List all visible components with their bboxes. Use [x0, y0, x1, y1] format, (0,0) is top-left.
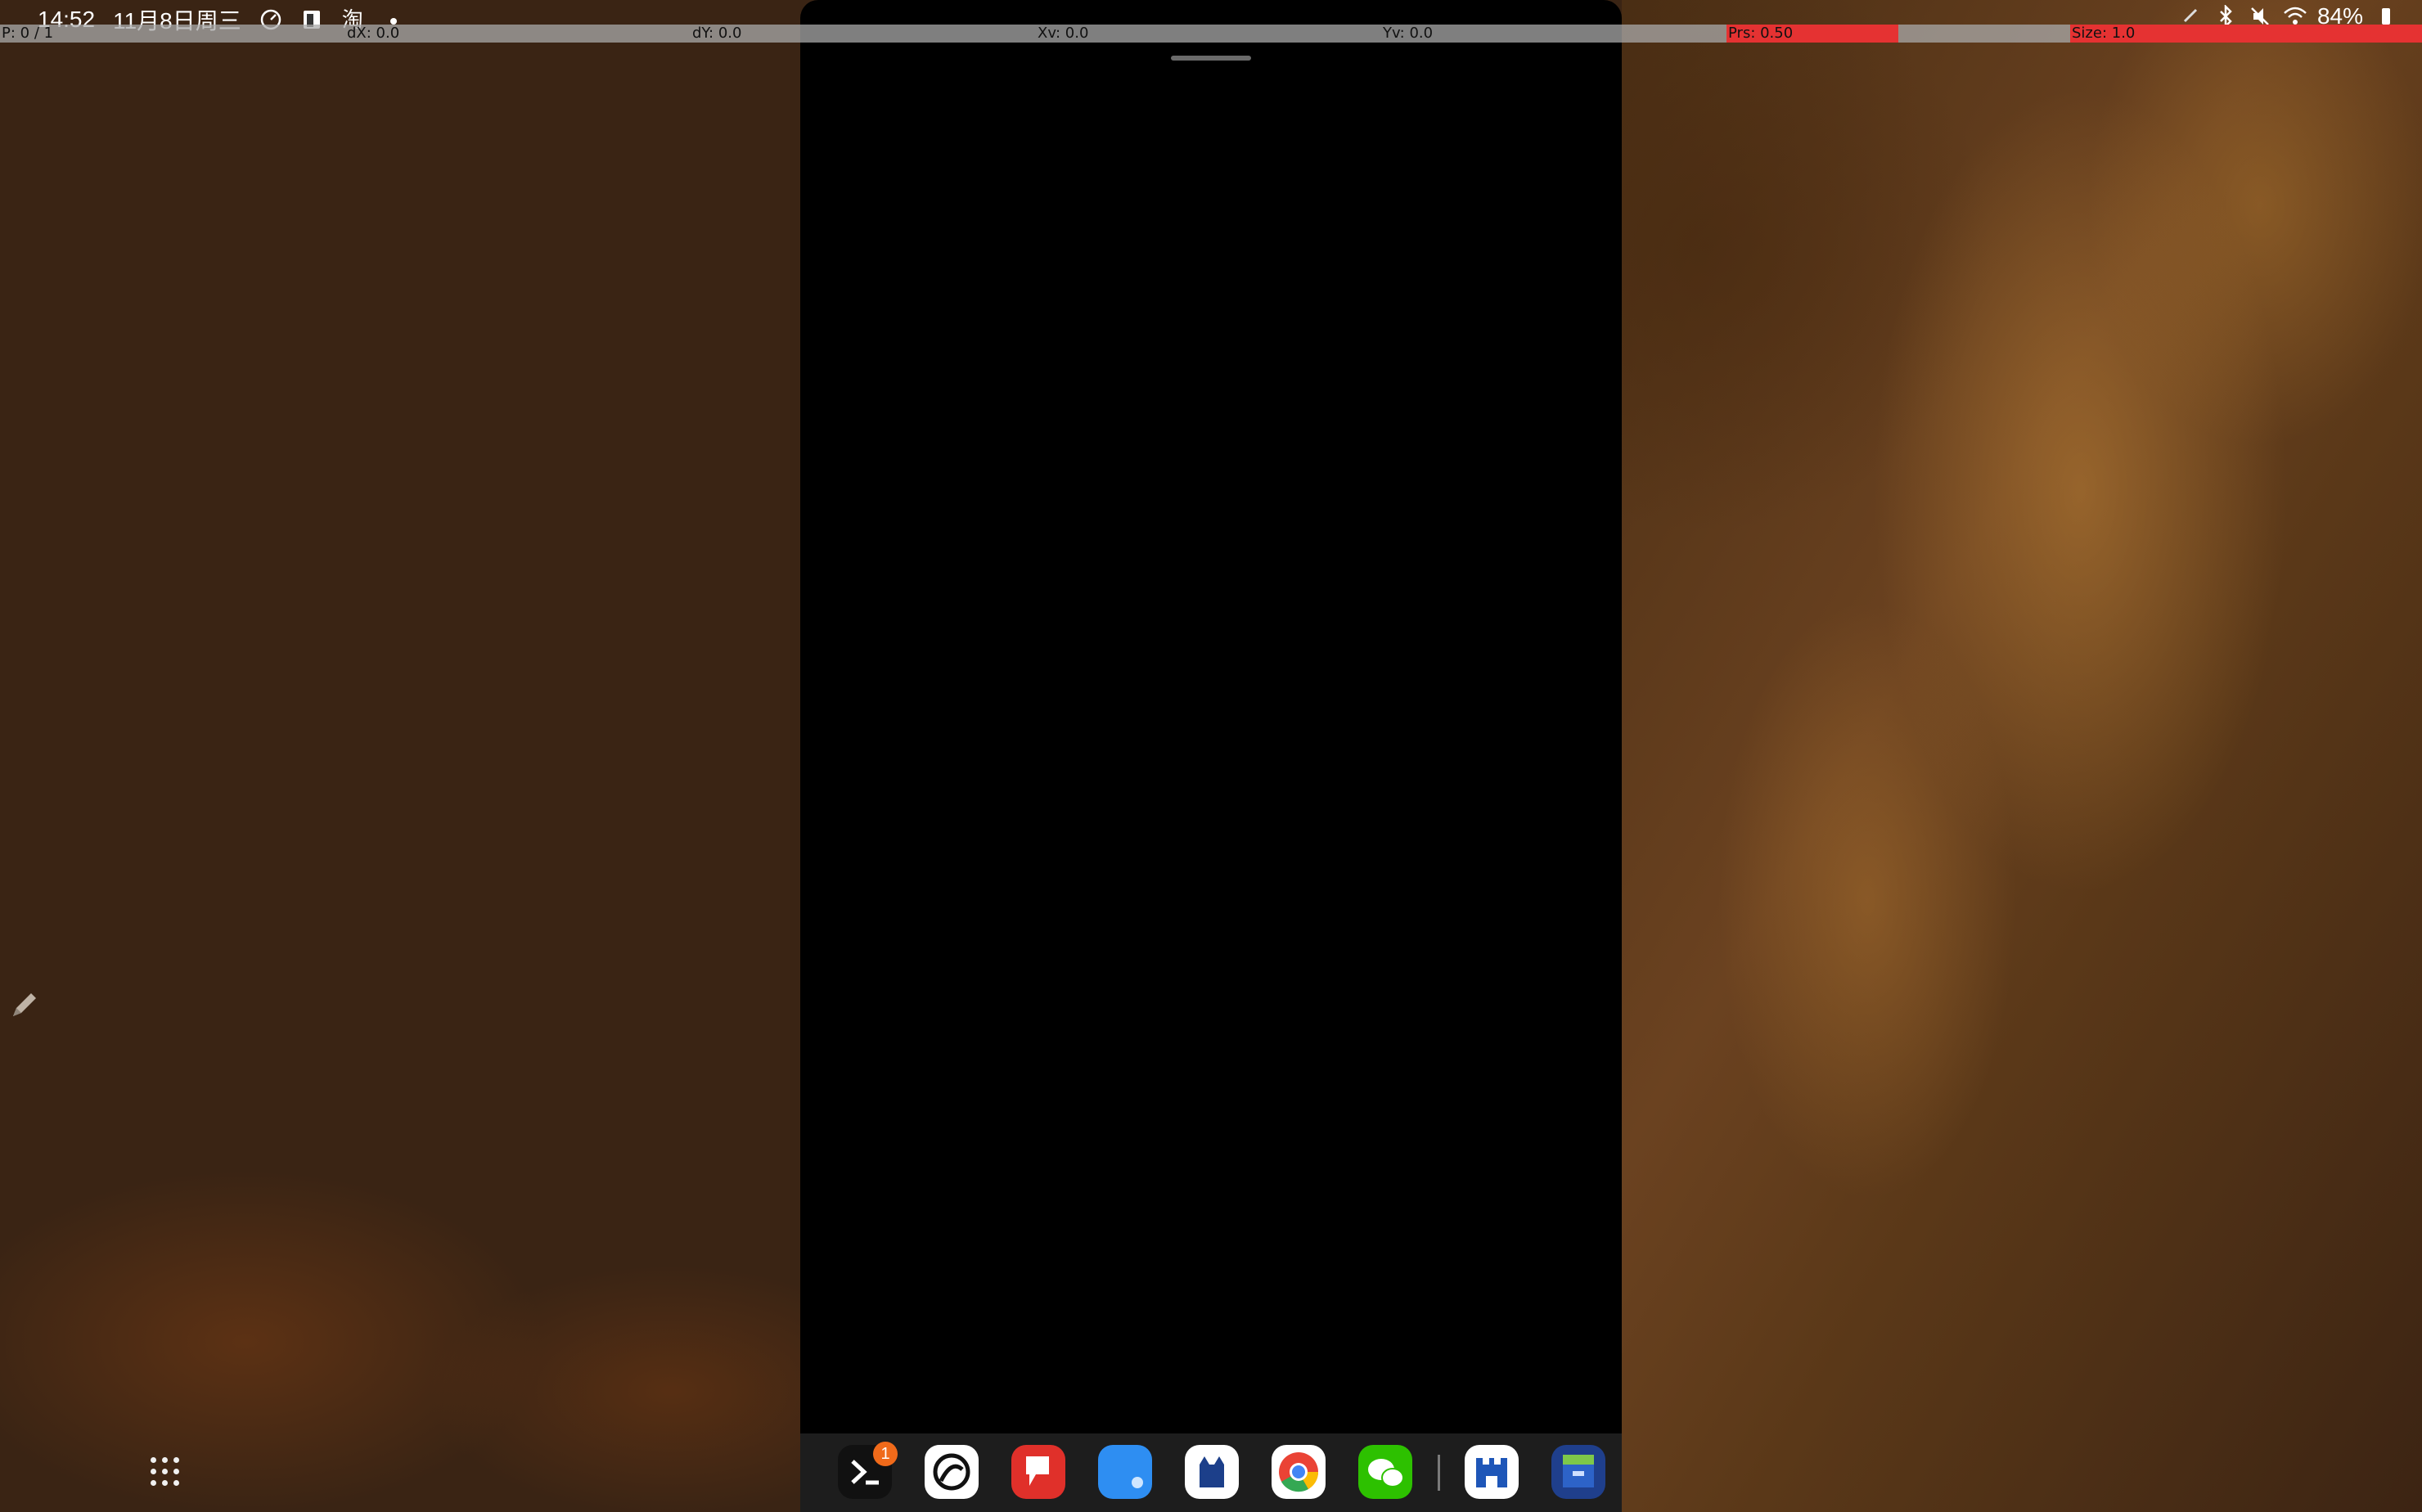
- pointer-pressure: Prs: 0.50: [1726, 25, 1898, 43]
- pointer-dy: dY: 0.0: [691, 25, 1036, 43]
- notification-badge: 1: [873, 1442, 898, 1466]
- archive-box-icon[interactable]: [1551, 1445, 1605, 1499]
- pointer-location-overlay: P: 0 / 1 dX: 0.0 dY: 0.0 Xv: 0.0 Yv: 0.0…: [0, 25, 2422, 43]
- edit-pencil-icon[interactable]: [8, 988, 41, 1021]
- pointer-pressure-spacer: [1898, 25, 2070, 43]
- app-window[interactable]: [800, 0, 1622, 1512]
- pointer-dx: dX: 0.0: [345, 25, 691, 43]
- window-drag-handle[interactable]: [1171, 56, 1251, 61]
- pointer-yv: Yv: 0.0: [1381, 25, 1726, 43]
- taskbar-divider: [1438, 1455, 1440, 1491]
- swirl-logo-icon[interactable]: [925, 1445, 979, 1499]
- wechat-icon[interactable]: [1358, 1445, 1412, 1499]
- home-screen: 14:52 11月8日周三 淘 84% P: 0 / 1 dX: 0.0 dY:…: [0, 0, 2422, 1512]
- cat-icon[interactable]: [1185, 1445, 1239, 1499]
- apps-grid-icon[interactable]: [147, 1454, 183, 1490]
- pointer-xv: Xv: 0.0: [1036, 25, 1381, 43]
- red-flag-icon[interactable]: [1011, 1445, 1065, 1499]
- blue-chat-icon[interactable]: [1098, 1445, 1152, 1499]
- chrome-icon[interactable]: [1272, 1445, 1326, 1499]
- castle-icon[interactable]: [1465, 1445, 1519, 1499]
- pointer-count: P: 0 / 1: [0, 25, 345, 43]
- taskbar: 1: [800, 1433, 1622, 1512]
- pointer-size: Size: 1.0: [2070, 25, 2422, 43]
- wallpaper-art: [1622, 0, 2422, 1512]
